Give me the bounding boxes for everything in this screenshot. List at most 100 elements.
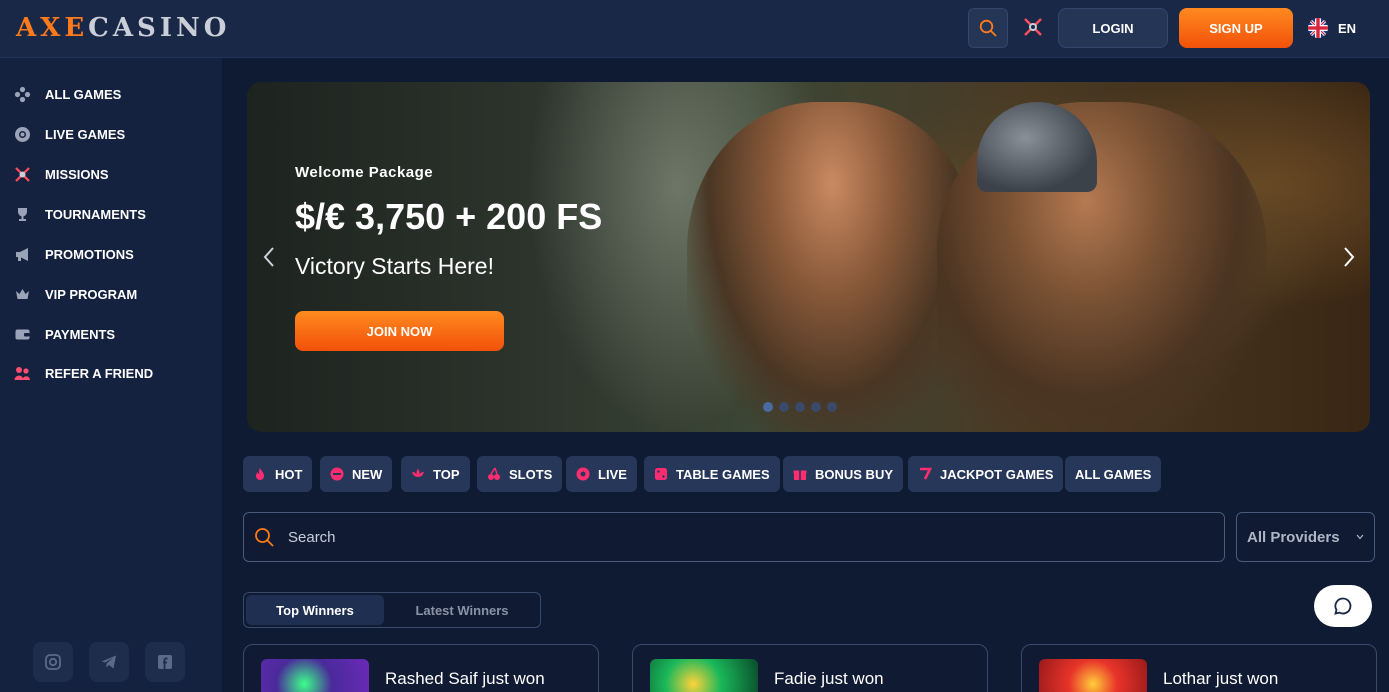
sidebar-item-label: PROMOTIONS [45, 246, 134, 262]
trophy-icon [14, 206, 31, 223]
telegram-link[interactable] [89, 642, 129, 682]
megaphone-icon [14, 246, 31, 263]
category-label: HOT [275, 466, 303, 482]
category-new[interactable]: NEW [320, 456, 393, 492]
category-hot[interactable]: HOT [243, 456, 313, 492]
search-input[interactable] [288, 528, 1168, 546]
crossed-swords-icon [14, 166, 31, 183]
gift-icon [793, 467, 807, 481]
sidebar-item-missions[interactable]: MISSIONS [14, 164, 109, 184]
winner-card[interactable]: Lothar just won [1021, 644, 1377, 692]
search-button[interactable] [968, 8, 1008, 48]
flame-icon [253, 467, 267, 481]
winner-text: Fadie just won [774, 669, 884, 688]
game-search-field[interactable] [243, 512, 1225, 562]
category-label: ALL GAMES [1075, 466, 1152, 482]
gamepad-icon [14, 86, 31, 103]
dice-icon [654, 467, 668, 481]
banner-pagination [763, 402, 837, 412]
hero-banner: Welcome Package $/€ 3,750 + 200 FS Victo… [247, 82, 1370, 432]
category-live[interactable]: LIVE [566, 456, 637, 492]
game-thumbnail [1039, 659, 1147, 692]
category-top[interactable]: TOP [401, 456, 470, 492]
language-selector[interactable]: EN [1308, 17, 1356, 39]
instagram-icon [45, 654, 61, 670]
search-icon [255, 528, 274, 547]
search-icon [979, 19, 997, 37]
chat-bubble-icon [1334, 597, 1352, 615]
uk-flag-icon [1308, 18, 1328, 38]
pagination-dot[interactable] [795, 402, 805, 412]
signup-button[interactable]: SIGN UP [1179, 8, 1293, 48]
sidebar-item-label: ALL GAMES [45, 86, 122, 102]
category-jackpot-games[interactable]: JACKPOT GAMES [908, 456, 1064, 492]
category-label: TABLE GAMES [676, 466, 770, 482]
winner-card[interactable]: Rashed Saif just won [243, 644, 599, 692]
lotus-icon [411, 467, 425, 481]
tab-top-winners[interactable]: Top Winners [246, 595, 384, 625]
banner-artwork-warrior-woman [687, 102, 977, 432]
chevron-left-icon [263, 247, 274, 267]
game-thumbnail [261, 659, 369, 692]
login-button[interactable]: LOGIN [1058, 8, 1168, 48]
sidebar-item-refer-a-friend[interactable]: REFER A FRIEND [14, 363, 153, 383]
providers-label: All Providers [1247, 528, 1340, 546]
telegram-icon [101, 655, 116, 669]
banner-prev-button[interactable] [257, 245, 281, 269]
live-chat-button[interactable] [1314, 585, 1372, 627]
join-now-button[interactable]: JOIN NOW [295, 311, 504, 351]
sidebar-item-vip-program[interactable]: VIP PROGRAM [14, 284, 137, 304]
game-thumbnail [650, 659, 758, 692]
category-label: TOP [433, 466, 460, 482]
top-header: AXECASINO LOGIN SIGN UP EN [0, 0, 1389, 58]
users-icon [14, 365, 31, 382]
category-slots[interactable]: SLOTS [477, 456, 563, 492]
instagram-link[interactable] [33, 642, 73, 682]
logo-text-axe: AXE [16, 13, 89, 43]
sidebar-item-label: REFER A FRIEND [45, 365, 154, 381]
category-label: BONUS BUY [815, 466, 894, 482]
category-table-games[interactable]: TABLE GAMES [644, 456, 780, 492]
sidebar-item-label: MISSIONS [45, 166, 109, 182]
language-label: EN [1338, 20, 1357, 36]
tab-latest-winners[interactable]: Latest Winners [386, 595, 538, 625]
sidebar-item-label: VIP PROGRAM [45, 286, 138, 302]
poker-chip-icon [14, 126, 31, 143]
sidebar-item-label: TOURNAMENTS [45, 206, 146, 222]
category-label: LIVE [598, 466, 627, 482]
winner-text: Rashed Saif just won [385, 669, 545, 688]
banner-next-button[interactable] [1337, 245, 1361, 269]
banner-title: $/€ 3,750 + 200 FS [295, 196, 603, 237]
sidebar-item-label: PAYMENTS [45, 326, 116, 342]
category-all-games[interactable]: ALL GAMES [1065, 456, 1162, 492]
seven-icon [918, 467, 932, 481]
winner-text: Lothar just won [1163, 669, 1279, 688]
crossed-swords-icon [1024, 18, 1042, 36]
pagination-dot[interactable] [763, 402, 773, 412]
sidebar-item-promotions[interactable]: PROMOTIONS [14, 244, 134, 264]
cherries-icon [487, 467, 501, 481]
sidebar-item-label: LIVE GAMES [45, 126, 126, 142]
roulette-icon [576, 467, 590, 481]
winner-card[interactable]: Fadie just won [632, 644, 988, 692]
sidebar-item-tournaments[interactable]: TOURNAMENTS [14, 204, 146, 224]
chevron-down-icon [1356, 534, 1364, 540]
axecasino-logo[interactable]: AXECASINO [16, 12, 230, 44]
banner-tagline: Victory Starts Here! [295, 253, 494, 279]
sidebar-item-live-games[interactable]: LIVE GAMES [14, 124, 125, 144]
new-badge-icon [330, 467, 344, 481]
category-label: NEW [352, 466, 383, 482]
winners-tabs: Top Winners Latest Winners [243, 592, 541, 628]
category-label: JACKPOT GAMES [940, 466, 1054, 482]
facebook-link[interactable] [145, 642, 185, 682]
pagination-dot[interactable] [827, 402, 837, 412]
sidebar-item-payments[interactable]: PAYMENTS [14, 324, 115, 344]
category-bonus-buy[interactable]: BONUS BUY [783, 456, 904, 492]
sidebar-item-all-games[interactable]: ALL GAMES [14, 84, 121, 104]
logo-text-casino: CASINO [88, 13, 231, 43]
wallet-icon [14, 326, 31, 343]
pagination-dot[interactable] [811, 402, 821, 412]
providers-dropdown[interactable]: All Providers [1236, 512, 1375, 562]
pagination-dot[interactable] [779, 402, 789, 412]
missions-button[interactable] [1018, 12, 1048, 42]
